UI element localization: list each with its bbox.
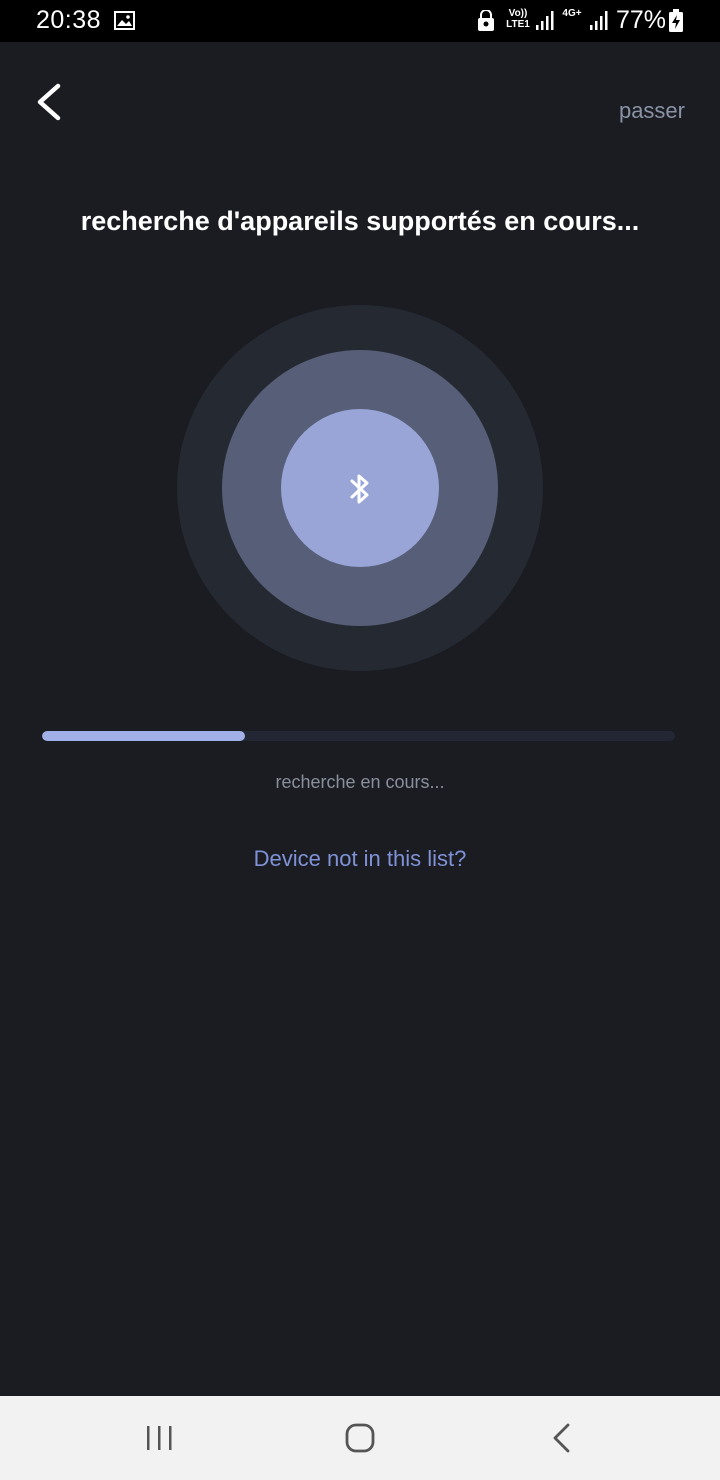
recents-button[interactable] — [138, 1416, 182, 1460]
device-not-listed-link[interactable]: Device not in this list? — [0, 846, 720, 872]
system-nav-bar — [0, 1396, 720, 1480]
status-time: 20:38 — [36, 6, 102, 34]
image-icon — [114, 11, 135, 30]
skip-button[interactable]: passer — [619, 98, 685, 124]
home-button[interactable] — [338, 1416, 382, 1460]
scan-progress-fill — [42, 731, 245, 741]
volte-indicator: Vo)) LTE1 — [506, 8, 530, 30]
status-bar: 20:38 Vo)) LTE1 4G+ 77% — [0, 0, 720, 42]
back-icon — [553, 1423, 570, 1453]
battery-icon — [668, 9, 684, 33]
page-title: recherche d'appareils supportés en cours… — [80, 206, 640, 236]
back-button[interactable] — [28, 78, 72, 126]
signal-icon — [534, 10, 554, 32]
network-type-indicator: 4G+ — [562, 8, 582, 19]
lock-icon — [477, 9, 495, 32]
battery-percentage: 77% — [616, 6, 667, 34]
chevron-left-icon — [37, 83, 61, 121]
signal-icon — [588, 10, 608, 32]
recents-icon — [147, 1426, 172, 1450]
nav-back-button[interactable] — [540, 1416, 584, 1460]
progress-status-text: recherche en cours... — [275, 772, 445, 792]
bluetooth-scan-animation — [177, 305, 543, 671]
scan-progress-bar — [42, 731, 675, 741]
bluetooth-icon — [345, 471, 375, 507]
home-icon — [345, 1423, 375, 1453]
